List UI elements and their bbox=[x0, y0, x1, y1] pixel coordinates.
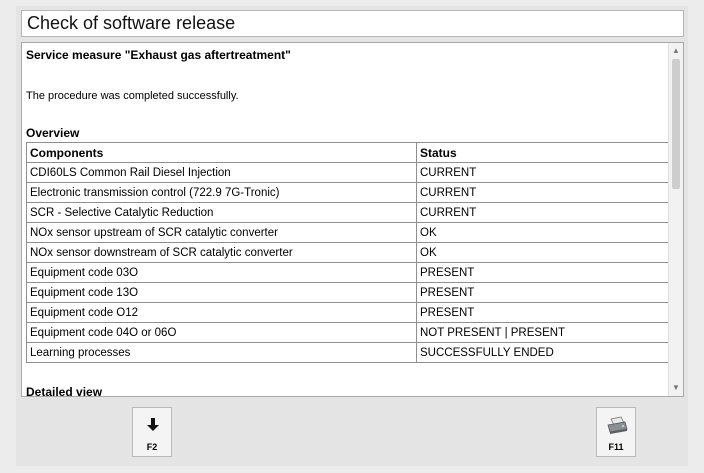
window-title: Check of software release bbox=[21, 10, 684, 37]
status-cell: PRESENT bbox=[416, 282, 677, 303]
f2-label: F2 bbox=[146, 442, 158, 452]
f11-label: F11 bbox=[608, 442, 624, 452]
table-row: NOx sensor downstream of SCR catalytic c… bbox=[26, 242, 677, 263]
scroll-up-icon[interactable]: ▲ bbox=[669, 45, 683, 57]
overview-label: Overview bbox=[26, 126, 80, 140]
component-cell: NOx sensor downstream of SCR catalytic c… bbox=[26, 242, 417, 263]
table-row: NOx sensor upstream of SCR catalytic con… bbox=[26, 222, 677, 243]
status-cell: NOT PRESENT | PRESENT bbox=[416, 322, 677, 343]
vertical-scrollbar[interactable]: ▲ ▼ bbox=[668, 43, 683, 396]
scroll-thumb[interactable] bbox=[672, 59, 680, 189]
status-cell: PRESENT bbox=[416, 262, 677, 283]
content-panel[interactable]: Service measure "Exhaust gas aftertreatm… bbox=[21, 42, 684, 397]
status-cell: CURRENT bbox=[416, 182, 677, 203]
table-row: Learning processes SUCCESSFULLY ENDED bbox=[26, 342, 677, 363]
status-cell: CURRENT bbox=[416, 202, 677, 223]
status-message: The procedure was completed successfully… bbox=[26, 90, 239, 102]
component-cell: CDI60LS Common Rail Diesel Injection bbox=[26, 162, 417, 183]
table-row: Equipment code 13O PRESENT bbox=[26, 282, 677, 303]
detailed-view-label: Detailed view bbox=[26, 385, 103, 397]
table-row: CDI60LS Common Rail Diesel Injection CURR… bbox=[26, 162, 677, 183]
component-cell: Equipment code 04O or 06O bbox=[26, 322, 417, 343]
arrow-down-icon bbox=[133, 416, 171, 434]
components-table: Components Status CDI60LS Common Rail Di… bbox=[26, 142, 677, 363]
table-row: Equipment code 03O PRESENT bbox=[26, 262, 677, 283]
table-header-row: Components Status bbox=[26, 142, 677, 163]
table-row: Equipment code 04O or 06O NOT PRESENT | P… bbox=[26, 322, 677, 343]
component-cell: Electronic transmission control (722.9 7… bbox=[26, 182, 417, 203]
status-cell: CURRENT bbox=[416, 162, 677, 183]
status-cell: PRESENT bbox=[416, 302, 677, 323]
component-cell: Equipment code 03O bbox=[26, 262, 417, 283]
service-heading: Service measure "Exhaust gas aftertreatm… bbox=[26, 48, 291, 62]
component-cell: Learning processes bbox=[26, 342, 417, 363]
table-row: SCR - Selective Catalytic Reduction CURRE… bbox=[26, 202, 677, 223]
printer-icon bbox=[597, 416, 635, 434]
status-cell: SUCCESSFULLY ENDED bbox=[416, 342, 677, 363]
table-row: Equipment code O12 PRESENT bbox=[26, 302, 677, 323]
main-window: Check of software release Service measur… bbox=[16, 6, 688, 466]
table-row: Electronic transmission control (722.9 7… bbox=[26, 182, 677, 203]
f2-button[interactable]: F2 bbox=[132, 407, 172, 457]
status-cell: OK bbox=[416, 242, 677, 263]
column-header-status: Status bbox=[416, 142, 677, 163]
scroll-down-icon[interactable]: ▼ bbox=[669, 382, 683, 394]
component-cell: NOx sensor upstream of SCR catalytic con… bbox=[26, 222, 417, 243]
component-cell: Equipment code 13O bbox=[26, 282, 417, 303]
f11-button[interactable]: F11 bbox=[596, 407, 636, 457]
status-cell: OK bbox=[416, 222, 677, 243]
component-cell: SCR - Selective Catalytic Reduction bbox=[26, 202, 417, 223]
component-cell: Equipment code O12 bbox=[26, 302, 417, 323]
column-header-components: Components bbox=[26, 142, 417, 163]
